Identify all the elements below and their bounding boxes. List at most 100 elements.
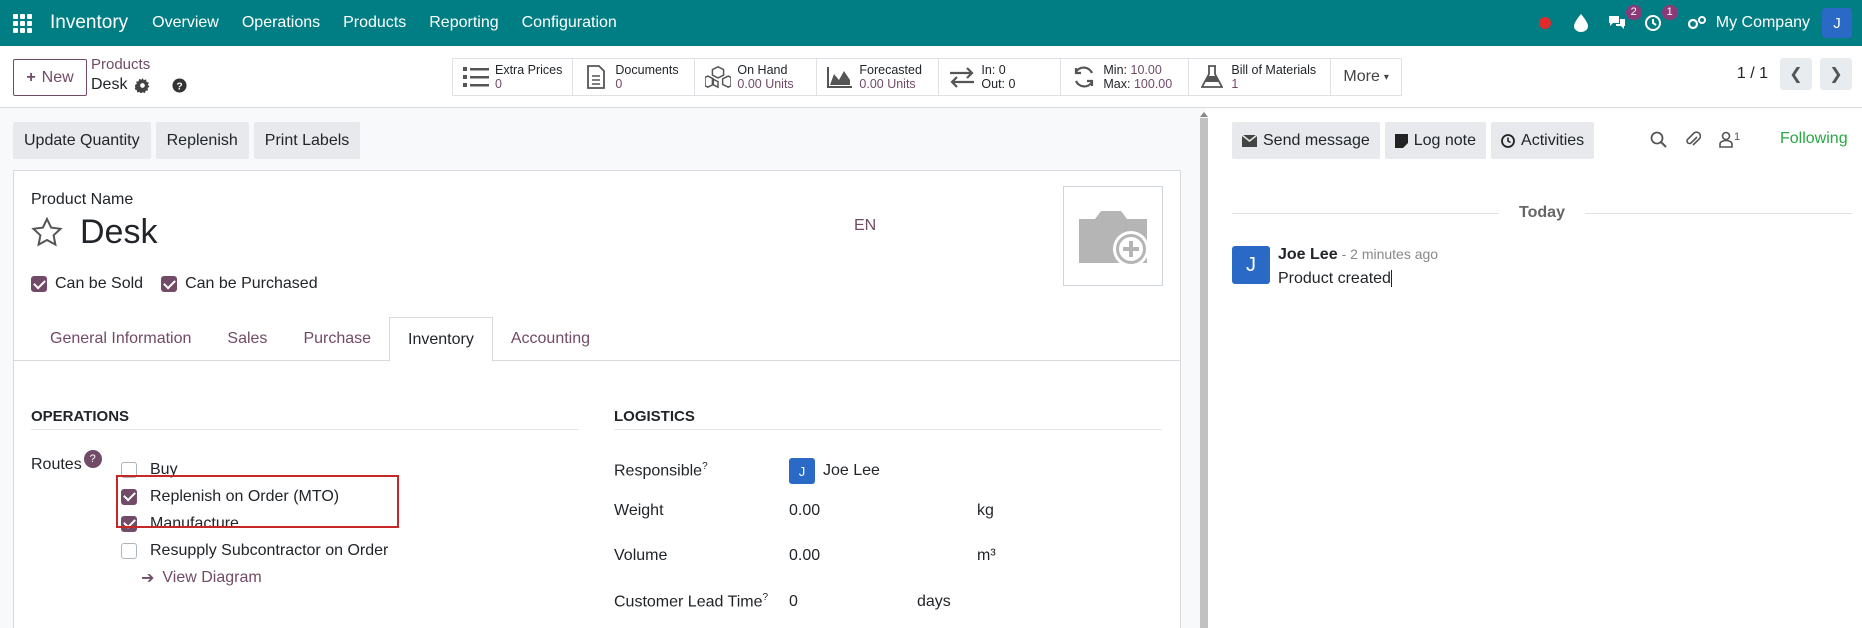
max-value: 100.00 [1133, 77, 1173, 91]
company-name[interactable]: My Company [1716, 14, 1810, 32]
chatter-message: J Joe Lee - 2 minutes ago Product created [1232, 246, 1438, 288]
activities-button[interactable]: Activities [1491, 122, 1595, 159]
exchange-icon [949, 65, 975, 89]
activities-icon[interactable]: 1 [1642, 5, 1678, 34]
can-be-purchased-checkbox[interactable]: Can be Purchased [161, 275, 318, 293]
message-body: Product created [1278, 270, 1391, 287]
menu-operations[interactable]: Operations [242, 14, 320, 32]
product-image-upload[interactable] [1063, 186, 1163, 286]
bom-label: Bill of Materials [1231, 63, 1317, 77]
smart-button-extra-prices[interactable]: Extra Prices 0 [453, 59, 574, 95]
chevron-right-icon: ❯ [1829, 66, 1843, 83]
search-icon[interactable] [1650, 131, 1667, 148]
smart-button-documents[interactable]: Documents 0 [573, 59, 696, 95]
refresh-icon [1071, 65, 1097, 89]
send-message-button[interactable]: Send message [1232, 122, 1380, 159]
tab-purchase[interactable]: Purchase [285, 317, 389, 361]
pager-previous-button[interactable]: ❮ [1780, 58, 1812, 90]
control-panel: + New Products Desk ? Extra Prices 0 Docu… [0, 46, 1862, 108]
record-icon[interactable] [1534, 12, 1556, 34]
weight-label: Weight [614, 502, 664, 519]
message-author[interactable]: Joe Lee [1278, 246, 1338, 263]
top-navbar: Inventory Overview Operations Products R… [0, 0, 1862, 46]
date-separator-label: Today [1519, 204, 1565, 221]
lead-time-tooltip[interactable]: ? [763, 592, 769, 603]
can-be-purchased-label: Can be Purchased [185, 275, 318, 292]
extra-prices-label: Extra Prices [495, 63, 563, 77]
product-name-field[interactable]: Desk [80, 213, 157, 252]
min-value: 10.00 [1130, 63, 1162, 77]
responsible-label: Responsible? [614, 461, 789, 480]
language-button[interactable]: EN [854, 217, 876, 235]
bom-value: 1 [1231, 77, 1239, 91]
lead-time-label-text: Customer Lead Time [614, 593, 763, 611]
min-label: Min: [1103, 63, 1128, 77]
menu-configuration[interactable]: Configuration [522, 14, 617, 32]
drop-icon[interactable] [1570, 12, 1592, 34]
help-circle-icon[interactable]: ? [172, 77, 187, 93]
favorite-star-icon[interactable] [31, 217, 63, 249]
log-note-button[interactable]: Log note [1384, 122, 1487, 159]
can-be-sold-checkbox[interactable]: Can be Sold [31, 275, 143, 293]
user-avatar[interactable]: J [1822, 8, 1852, 38]
app-brand[interactable]: Inventory [50, 12, 128, 34]
smart-button-min-max[interactable]: Min: 10.00 Max: 100.00 [1061, 59, 1190, 95]
message-author-avatar[interactable]: J [1232, 246, 1270, 284]
product-name-label: Product Name [31, 191, 134, 208]
tab-sales[interactable]: Sales [209, 317, 285, 361]
followers-button[interactable]: 1 [1719, 131, 1740, 148]
breadcrumb-parent[interactable]: Products [91, 56, 187, 74]
messages-icon[interactable]: 2 [1606, 5, 1642, 34]
flask-icon [1199, 65, 1225, 89]
svg-text:?: ? [177, 81, 183, 92]
operations-section-title: OPERATIONS [31, 408, 579, 430]
paperclip-icon[interactable] [1685, 130, 1701, 148]
tab-accounting[interactable]: Accounting [493, 317, 608, 361]
update-quantity-button[interactable]: Update Quantity [13, 122, 151, 159]
print-labels-button[interactable]: Print Labels [253, 122, 361, 159]
routes-label: Routes ? [31, 450, 102, 474]
gear-icon[interactable] [135, 77, 150, 93]
new-button-label: New [41, 68, 74, 86]
routes-label-text: Routes [31, 456, 82, 473]
smart-button-forecasted[interactable]: Forecasted 0.00 Units [817, 59, 940, 95]
responsible-tooltip[interactable]: ? [702, 461, 708, 472]
view-diagram-link[interactable]: ➔ View Diagram [141, 564, 388, 591]
weight-field[interactable]: 0.00 [789, 502, 977, 520]
following-button[interactable]: Following [1780, 130, 1848, 148]
responsible-field[interactable]: J Joe Lee [789, 458, 880, 484]
route-resupply-subcontractor[interactable]: Resupply Subcontractor on Order [121, 537, 388, 564]
max-label: Max: [1103, 77, 1131, 91]
text-cursor [1390, 270, 1392, 288]
checkbox-checked[interactable] [31, 276, 47, 292]
main-menu: Overview Operations Products Reporting C… [152, 14, 617, 32]
chatter-topbar: Send message Log note Activities [1232, 122, 1595, 159]
extra-prices-value: 0 [495, 77, 502, 91]
tab-general-information[interactable]: General Information [32, 317, 209, 361]
menu-reporting[interactable]: Reporting [429, 14, 498, 32]
new-button[interactable]: + New [13, 59, 87, 96]
menu-products[interactable]: Products [343, 14, 406, 32]
menu-overview[interactable]: Overview [152, 14, 219, 32]
form-scrollbar[interactable] [1200, 118, 1208, 628]
checkbox-unchecked[interactable] [121, 542, 137, 559]
apps-menu-icon[interactable] [12, 13, 32, 33]
checkbox-checked[interactable] [161, 276, 178, 292]
smart-button-in-out[interactable]: In: 0 Out: 0 [939, 59, 1062, 95]
more-dropdown[interactable]: More ▾ [1331, 59, 1400, 95]
activities-badge: 1 [1661, 5, 1678, 20]
smart-button-on-hand[interactable]: On Hand 0.00 Units [695, 59, 818, 95]
volume-field[interactable]: 0.00 [789, 547, 977, 565]
pager-value[interactable]: 1 / 1 [1737, 65, 1768, 83]
replenish-button[interactable]: Replenish [155, 122, 249, 159]
company-switch-icon[interactable] [1686, 12, 1708, 34]
tab-inventory[interactable]: Inventory [389, 317, 493, 362]
lead-time-field[interactable]: 0 [789, 593, 917, 611]
log-note-label: Log note [1413, 131, 1477, 149]
routes-help-icon[interactable]: ? [83, 450, 102, 468]
pager-next-button[interactable]: ❯ [1820, 58, 1852, 90]
responsible-row: Responsible? J Joe Lee [614, 458, 880, 484]
scroll-up-arrow-icon[interactable] [1200, 112, 1208, 117]
area-chart-icon [827, 65, 853, 89]
smart-button-bom[interactable]: Bill of Materials 1 [1189, 59, 1332, 95]
